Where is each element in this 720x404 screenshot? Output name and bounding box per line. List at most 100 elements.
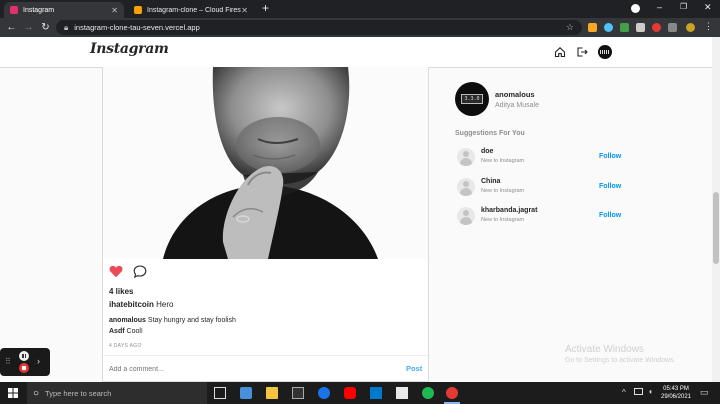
post-timestamp: 4 DAYS AGO (109, 343, 142, 349)
screen-recorder-widget: ⠿ › (0, 348, 50, 376)
extension-icon[interactable] (668, 23, 677, 32)
post-image[interactable] (103, 67, 428, 259)
bookmark-star-icon[interactable]: ☆ (566, 22, 574, 33)
reload-icon[interactable]: ↻ (39, 21, 52, 34)
instagram-logo[interactable]: Instagram (90, 41, 169, 57)
app-icon[interactable] (396, 387, 408, 399)
vscode-icon[interactable] (370, 387, 382, 399)
tab-label: Instagram (23, 6, 55, 14)
volume-icon[interactable]: ◖ (648, 387, 653, 396)
extension-icon[interactable] (652, 23, 661, 32)
extension-icon[interactable] (604, 23, 613, 32)
follow-button[interactable]: Follow (599, 153, 621, 160)
tab-label: Instagram-clone – Cloud Firesto (147, 6, 242, 14)
expand-chevron-icon[interactable]: › (37, 356, 40, 366)
chrome-active-icon[interactable] (446, 387, 458, 399)
address-bar[interactable]: 🔒︎ instagram-clone-tau-seven.vercel.app … (56, 20, 582, 35)
task-view-icon[interactable] (214, 387, 226, 399)
post-caption: ihatebitcoin Hero (109, 300, 173, 309)
comment-username[interactable]: Asdf (109, 328, 125, 335)
spotify-icon[interactable] (422, 387, 434, 399)
taskbar-search-placeholder: Type here to search (45, 388, 112, 398)
suggestions-title: Suggestions For You (455, 130, 525, 137)
battery-icon[interactable] (634, 388, 643, 395)
back-icon[interactable]: ← (5, 21, 18, 34)
clock-time: 05:43 PM (663, 386, 689, 392)
puzzle-icon[interactable] (636, 23, 645, 32)
forward-icon[interactable]: → (22, 21, 35, 34)
suggestion-username[interactable]: kharbanda.jagrat (481, 207, 537, 214)
add-comment-input[interactable] (109, 362, 379, 376)
suggestion-username[interactable]: China (481, 178, 500, 185)
notifications-icon[interactable]: ▭ (700, 387, 709, 398)
watermark-subtitle: Go to Settings to activate Windows. (565, 357, 676, 364)
follow-button[interactable]: Follow (599, 183, 621, 190)
extension-icon[interactable] (620, 23, 629, 32)
suggestion-subtitle: New to Instagram (481, 188, 525, 194)
caption-username[interactable]: ihatebitcoin (109, 300, 154, 309)
profile-avatar-icon[interactable] (686, 23, 695, 32)
browser-tab-bar: Instagram ✕ Instagram-clone – Cloud Fire… (0, 0, 720, 18)
chrome-icon[interactable] (318, 387, 330, 399)
close-window-icon[interactable]: ✕ (704, 2, 712, 13)
page-content: Instagram 4 likes ihatebitcoin Hero anom… (0, 37, 712, 382)
pause-icon[interactable] (19, 351, 29, 361)
browser-toolbar: ← → ↻ 🔒︎ instagram-clone-tau-seven.verce… (0, 18, 720, 37)
new-tab-button[interactable]: + (262, 1, 269, 15)
tab-firestore[interactable]: Instagram-clone – Cloud Firesto ✕ (128, 2, 254, 18)
profile-avatar[interactable]: 3.3.0 (455, 82, 489, 116)
comment-username[interactable]: anomalous (109, 317, 146, 324)
stop-square (22, 366, 26, 370)
tab-instagram[interactable]: Instagram ✕ (4, 2, 124, 18)
avatar-head (463, 210, 469, 216)
firebase-favicon-icon (134, 6, 142, 14)
follow-button[interactable]: Follow (599, 212, 621, 219)
profile-username[interactable]: anomalous (495, 90, 535, 99)
terminal-icon[interactable] (292, 387, 304, 399)
page-scrollbar-thumb[interactable] (713, 192, 719, 264)
taskbar-clock[interactable]: 05:43 PM 29/06/2021 (658, 385, 694, 401)
app-icon[interactable] (240, 387, 252, 399)
comment-bubble-icon[interactable] (133, 265, 147, 278)
post-card: 4 likes ihatebitcoin Hero anomalous Stay… (102, 67, 429, 382)
tray-chevron-icon[interactable]: ^ (622, 388, 626, 397)
watermark-title: Activate Windows (565, 344, 644, 355)
divider (103, 355, 428, 356)
taskbar-search-box[interactable]: ○ Type here to search (27, 382, 207, 404)
like-heart-icon[interactable] (109, 265, 123, 278)
close-tab-icon[interactable]: ✕ (241, 6, 248, 15)
suggestion-avatar[interactable] (457, 178, 475, 196)
comment-text: Stay hungry and stay foolish (147, 317, 236, 324)
drag-handle-icon[interactable]: ⠿ (5, 357, 11, 366)
avatar[interactable] (598, 45, 612, 59)
minimize-icon[interactable]: – (657, 2, 662, 12)
logout-icon[interactable] (576, 46, 588, 58)
lock-icon: 🔒︎ (64, 22, 69, 32)
close-tab-icon[interactable]: ✕ (111, 6, 118, 15)
file-explorer-icon[interactable] (266, 387, 278, 399)
url-text: instagram-clone-tau-seven.vercel.app (74, 23, 200, 32)
comment-text: Cool (126, 328, 141, 335)
home-icon[interactable] (554, 46, 566, 58)
post-comment-button[interactable]: Post (406, 364, 422, 373)
avatar-body (460, 158, 472, 166)
maximize-icon[interactable]: ❐ (680, 2, 687, 11)
windows-taskbar: ○ Type here to search ^ ◖ 05:43 PM 29/06… (0, 382, 720, 404)
comment-row: Asdf CoolI (109, 328, 143, 335)
profile-icon[interactable] (631, 4, 640, 13)
profile-fullname: Aditya Musale (495, 102, 539, 109)
avatar-body (460, 188, 472, 196)
instagram-header: Instagram (0, 37, 712, 68)
windows-start-icon[interactable] (8, 388, 18, 398)
stop-record-icon[interactable] (19, 363, 29, 373)
suggestion-subtitle: New to Instagram (481, 158, 525, 164)
extension-icon[interactable] (588, 23, 597, 32)
suggestion-avatar[interactable] (457, 207, 475, 225)
suggestion-username[interactable]: doe (481, 148, 493, 155)
pause-bar (24, 354, 26, 358)
youtube-icon[interactable] (344, 387, 356, 399)
suggestion-avatar[interactable] (457, 148, 475, 166)
menu-dots-icon[interactable]: ⋮ (704, 21, 713, 32)
instagram-favicon-icon (10, 6, 18, 14)
clock-date: 29/06/2021 (660, 394, 692, 400)
